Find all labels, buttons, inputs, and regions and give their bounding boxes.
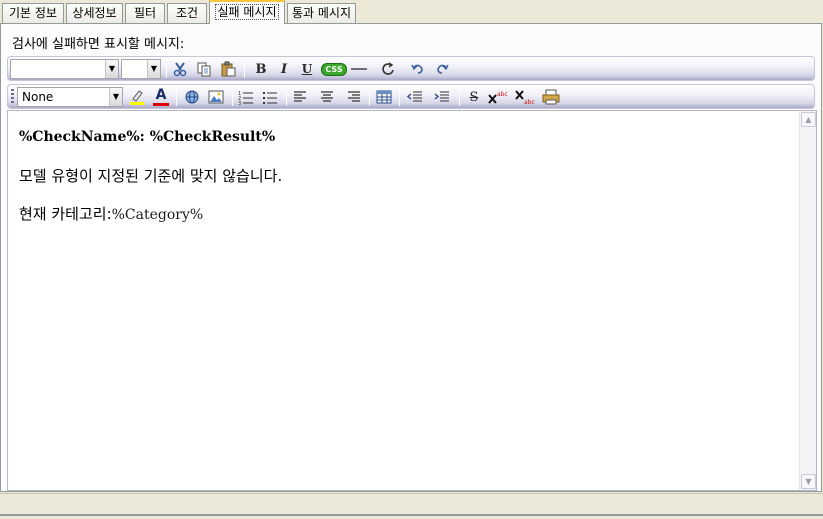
- image-icon[interactable]: [206, 88, 226, 106]
- underline-icon[interactable]: U: [297, 60, 317, 78]
- table-icon[interactable]: [374, 88, 394, 106]
- unordered-list-icon[interactable]: [260, 88, 280, 106]
- tab-basic-info[interactable]: 기본 정보: [2, 3, 64, 23]
- refresh-icon[interactable]: [378, 60, 398, 78]
- category-variable: %Category%: [111, 207, 204, 223]
- chevron-down-icon: ▼: [109, 88, 122, 106]
- editor-line-message: 모델 유형이 지정된 기준에 맞지 않습니다.: [19, 167, 283, 185]
- font-family-select[interactable]: ▼: [10, 59, 119, 79]
- chevron-down-icon: ▼: [105, 60, 118, 78]
- copy-icon[interactable]: [194, 60, 214, 78]
- paragraph-toolbar: None ▼ A 123 S abc abc: [7, 84, 815, 109]
- vertical-scrollbar[interactable]: ▲ ▼: [799, 111, 816, 490]
- toolbar-separator: [399, 89, 400, 106]
- tab-label: 조건: [175, 6, 199, 20]
- scroll-down-icon[interactable]: ▼: [801, 474, 816, 489]
- bottom-divider: [0, 514, 823, 516]
- toolbar-separator: [176, 89, 177, 106]
- svg-text:abc: abc: [497, 91, 508, 98]
- align-center-icon[interactable]: [317, 88, 337, 106]
- toolbar-separator: [286, 89, 287, 106]
- tab-pass-message[interactable]: 통과 메시지: [287, 3, 356, 23]
- font-color-swatch: [153, 103, 169, 106]
- toolbar-separator: [232, 89, 233, 106]
- editor-line-check-result: %CheckName%: %CheckResult%: [19, 129, 276, 145]
- css-icon[interactable]: CSS: [321, 60, 347, 78]
- print-icon[interactable]: [541, 88, 561, 106]
- message-editor[interactable]: %CheckName%: %CheckResult% 모델 유형이 지정된 기준…: [7, 110, 817, 491]
- tab-label: 상세정보: [72, 6, 117, 20]
- scroll-up-icon[interactable]: ▲: [801, 112, 816, 127]
- superscript-icon[interactable]: abc: [488, 88, 508, 106]
- undo-icon[interactable]: [408, 60, 428, 78]
- toolbar-separator: [369, 89, 370, 106]
- paste-icon[interactable]: [218, 60, 238, 78]
- toolbar-separator: [166, 61, 167, 78]
- tab-filter[interactable]: 필터: [125, 3, 165, 23]
- font-size-select[interactable]: ▼: [121, 59, 161, 79]
- toolbar-separator: [244, 61, 245, 78]
- tab-details[interactable]: 상세정보: [66, 3, 123, 23]
- tab-label: 통과 메시지: [291, 6, 351, 20]
- font-color-icon[interactable]: A: [151, 87, 171, 106]
- tab-label: 실패 메시지: [215, 4, 279, 20]
- formatting-toolbar: ▼ ▼ B I U CSS: [7, 56, 815, 81]
- editor-line-category: 현재 카테고리:%Category%: [19, 203, 203, 224]
- toolbar-grip[interactable]: [11, 89, 14, 105]
- ordered-list-icon[interactable]: 123: [236, 88, 256, 106]
- style-value: None: [22, 90, 54, 104]
- tab-label: 필터: [133, 6, 157, 20]
- indent-icon[interactable]: [432, 88, 452, 106]
- svg-text:abc: abc: [524, 99, 535, 105]
- prompt-label: 검사에 실패하면 표시할 메시지:: [12, 37, 185, 52]
- align-right-icon[interactable]: [344, 88, 364, 106]
- bold-icon[interactable]: B: [251, 60, 271, 78]
- toolbar-separator: [459, 89, 460, 106]
- outdent-icon[interactable]: [405, 88, 425, 106]
- subscript-icon[interactable]: abc: [515, 88, 535, 106]
- tab-condition[interactable]: 조건: [167, 3, 207, 23]
- tab-panel: 검사에 실패하면 표시할 메시지: ▼ ▼ B I U CSS None ▼ A…: [0, 23, 822, 492]
- horizontal-rule-icon[interactable]: [349, 60, 369, 78]
- redo-icon[interactable]: [432, 60, 452, 78]
- category-prefix: 현재 카테고리:: [19, 205, 112, 223]
- style-select[interactable]: None ▼: [17, 87, 123, 107]
- tab-failure-message[interactable]: 실패 메시지: [209, 0, 285, 24]
- hyperlink-icon[interactable]: [182, 88, 202, 106]
- svg-text:3: 3: [238, 101, 241, 105]
- highlight-icon[interactable]: [127, 88, 147, 106]
- tab-strip: 기본 정보 상세정보 필터 조건 실패 메시지 통과 메시지: [0, 0, 823, 24]
- font-color-glyph: A: [155, 87, 167, 103]
- css-badge: CSS: [321, 62, 347, 76]
- align-left-icon[interactable]: [290, 88, 310, 106]
- italic-icon[interactable]: I: [274, 60, 294, 78]
- cut-icon[interactable]: [170, 60, 190, 78]
- chevron-down-icon: ▼: [147, 60, 160, 78]
- strikethrough-icon[interactable]: S: [464, 88, 484, 106]
- tab-label: 기본 정보: [9, 6, 57, 20]
